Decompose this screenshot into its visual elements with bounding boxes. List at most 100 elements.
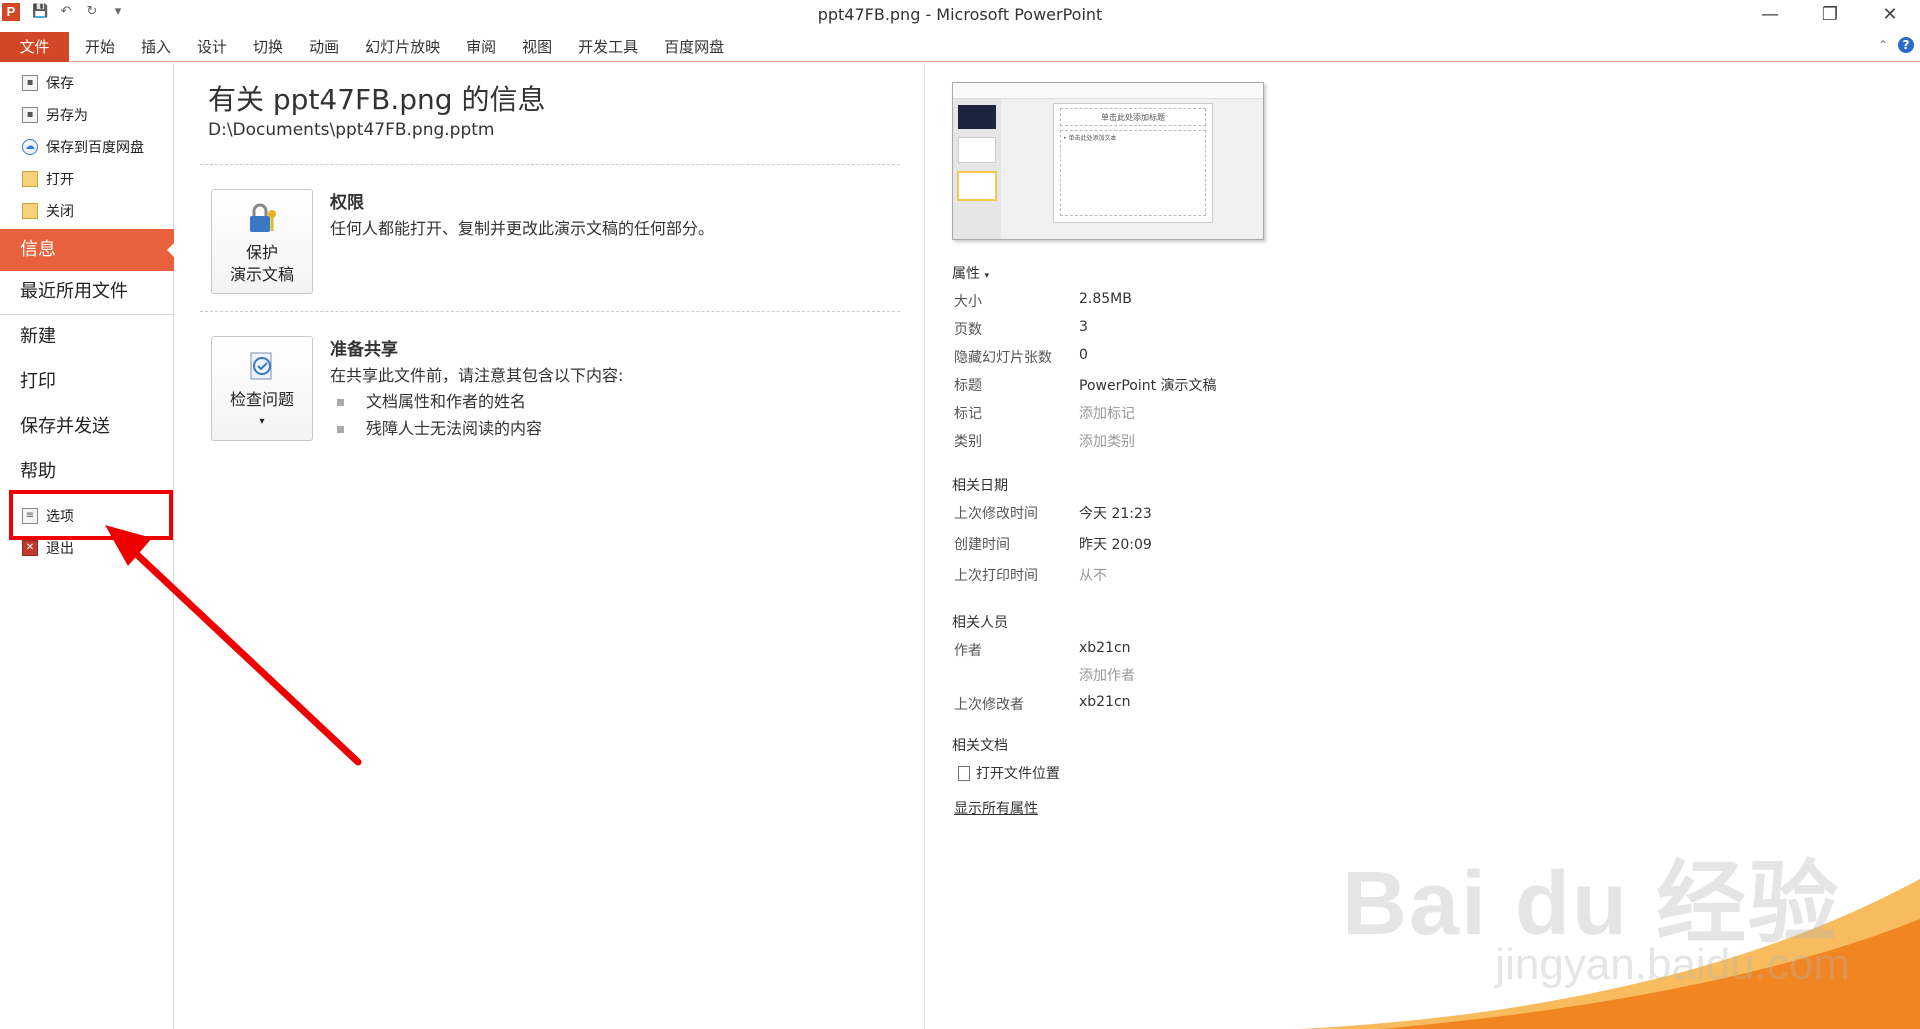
- tab-file[interactable]: 文件: [0, 32, 69, 62]
- show-all-properties-link[interactable]: 显示所有属性: [954, 798, 1038, 818]
- section-divider: [200, 311, 900, 312]
- inspect-document-icon: [250, 352, 272, 380]
- collapse-ribbon-icon[interactable]: ⌃: [1878, 38, 1888, 52]
- chevron-down-icon: ▾: [984, 271, 989, 281]
- add-author-field: 添加作者: [1079, 668, 1135, 684]
- highlight-box: [9, 490, 173, 540]
- save-as-icon: ▪: [22, 107, 38, 123]
- presentation-thumbnail[interactable]: 单击此处添加标题 • 单击此处添加文本: [952, 82, 1264, 240]
- permissions-text: 任何人都能打开、复制并更改此演示文稿的任何部分。: [330, 219, 715, 238]
- backstage-nav: ▪ 保存 ▪ 另存为 ☁ 保存到百度网盘 打开 关闭 信息 最近所用文件 新建 …: [0, 63, 175, 1029]
- watermark-url: jingyan.baidu.com: [1495, 940, 1850, 989]
- check-issues-label: 检查问题: [229, 390, 294, 409]
- window-title: ppt47FB.png - Microsoft PowerPoint: [817, 5, 1103, 24]
- property-row: 隐藏幻灯片张数 0: [954, 347, 1088, 366]
- tab-design[interactable]: 设计: [184, 32, 240, 62]
- property-row: 上次打印时间 从不: [954, 568, 1107, 584]
- restore-button[interactable]: ❐: [1800, 0, 1860, 30]
- protect-button-label-2: 演示文稿: [229, 265, 294, 284]
- title-field: PowerPoint 演示文稿: [1079, 378, 1217, 394]
- nav-save-as-label: 另存为: [46, 108, 88, 124]
- nav-close-label: 关闭: [46, 204, 74, 220]
- property-row: 大小 2.85MB: [954, 291, 1132, 310]
- thumbnail-slide: [957, 171, 997, 201]
- protect-presentation-button[interactable]: 保护 演示文稿: [211, 189, 313, 294]
- lock-key-icon: [250, 203, 276, 232]
- property-row[interactable]: 标记 添加标记: [952, 403, 1292, 423]
- property-row[interactable]: 类别 添加类别: [952, 431, 1292, 451]
- nav-save-as[interactable]: ▪ 另存为: [0, 100, 174, 130]
- list-item: 残障人士无法阅读的内容: [337, 415, 542, 439]
- related-docs-header: 相关文档: [952, 738, 1008, 754]
- tab-animations[interactable]: 动画: [296, 32, 352, 62]
- nav-save-baidu-label: 保存到百度网盘: [46, 140, 144, 156]
- nav-save-send[interactable]: 保存并发送: [0, 406, 174, 448]
- tab-transitions[interactable]: 切换: [240, 32, 296, 62]
- property-row: 上次修改者 xb21cn: [954, 694, 1131, 713]
- permissions-title: 权限: [330, 193, 364, 213]
- tab-baidu-netdisk[interactable]: 百度网盘: [651, 32, 737, 62]
- nav-info[interactable]: 信息: [0, 229, 175, 271]
- share-title: 准备共享: [330, 340, 398, 360]
- section-divider: [200, 164, 900, 165]
- related-dates-header: 相关日期: [952, 478, 1008, 494]
- nav-help[interactable]: 帮助: [0, 451, 174, 493]
- check-issues-button[interactable]: 检查问题 ▾: [211, 336, 313, 441]
- chevron-down-icon: ▾: [259, 416, 265, 427]
- nav-divider: [0, 314, 174, 315]
- close-folder-icon: [22, 203, 38, 219]
- nav-print[interactable]: 打印: [0, 361, 174, 403]
- nav-recent[interactable]: 最近所用文件: [0, 271, 174, 313]
- pane-divider: [924, 63, 925, 1029]
- open-file-location-link[interactable]: 打开文件位置: [958, 763, 1060, 783]
- window-controls: — ❐ ✕: [1740, 0, 1920, 30]
- thumbnail-body-placeholder: • 单击此处添加文本: [1060, 130, 1206, 216]
- open-folder-icon: [22, 171, 38, 187]
- properties-dropdown[interactable]: 属性 ▾: [952, 263, 989, 283]
- minimize-button[interactable]: —: [1740, 0, 1800, 30]
- save-icon: ▪: [22, 75, 38, 91]
- tab-review[interactable]: 审阅: [453, 32, 509, 62]
- exit-icon: ✕: [22, 540, 38, 556]
- related-people-header: 相关人员: [952, 615, 1008, 631]
- nav-close[interactable]: 关闭: [0, 196, 174, 226]
- tab-slideshow[interactable]: 幻灯片放映: [352, 32, 453, 62]
- nav-new[interactable]: 新建: [0, 316, 174, 358]
- info-panel: 有关 ppt47FB.png 的信息 D:\Documents\ppt47FB.…: [175, 63, 925, 1029]
- category-field: 添加类别: [1079, 434, 1135, 450]
- property-row: 作者 xb21cn: [954, 640, 1131, 659]
- share-text: 在共享此文件前，请注意其包含以下内容:: [330, 366, 624, 385]
- list-item: 文档属性和作者的姓名: [337, 388, 526, 412]
- nav-open[interactable]: 打开: [0, 164, 174, 194]
- page-title: 有关 ppt47FB.png 的信息: [208, 83, 546, 116]
- nav-save-label: 保存: [46, 76, 74, 92]
- baidu-cloud-icon: ☁: [22, 139, 38, 155]
- tab-home[interactable]: 开始: [72, 32, 128, 62]
- thumbnail-slide-pane: [953, 99, 1001, 239]
- property-row: 创建时间 昨天 20:09: [954, 537, 1152, 553]
- thumbnail-slide: [958, 137, 996, 163]
- help-icon[interactable]: ?: [1898, 37, 1914, 53]
- nav-save-baidu[interactable]: ☁ 保存到百度网盘: [0, 132, 174, 162]
- nav-save[interactable]: ▪ 保存: [0, 68, 174, 98]
- protect-button-label-1: 保护: [245, 243, 278, 262]
- bullet-icon: [337, 399, 344, 406]
- property-row[interactable]: 添加作者: [952, 665, 1292, 685]
- bullet-icon: [337, 426, 344, 433]
- tab-insert[interactable]: 插入: [128, 32, 184, 62]
- property-row: 页数 3: [954, 319, 1088, 338]
- document-icon: [958, 765, 970, 781]
- tags-field: 添加标记: [1079, 406, 1135, 422]
- title-bar: P 💾 ↶ ↻ ▾ ppt47FB.png - Microsoft PowerP…: [0, 0, 1920, 30]
- nav-open-label: 打开: [46, 172, 74, 188]
- property-row[interactable]: 标题 PowerPoint 演示文稿: [952, 375, 1292, 395]
- thumbnail-title-placeholder: 单击此处添加标题: [1060, 108, 1206, 126]
- tab-developer[interactable]: 开发工具: [565, 32, 651, 62]
- tab-view[interactable]: 视图: [509, 32, 565, 62]
- close-button[interactable]: ✕: [1860, 0, 1920, 30]
- file-path: D:\Documents\ppt47FB.png.pptm: [208, 120, 495, 140]
- nav-exit-label: 退出: [46, 541, 74, 557]
- thumbnail-slide: [958, 105, 996, 129]
- thumbnail-canvas: 单击此处添加标题 • 单击此处添加文本: [1053, 103, 1213, 223]
- thumbnail-ribbon: [953, 83, 1263, 99]
